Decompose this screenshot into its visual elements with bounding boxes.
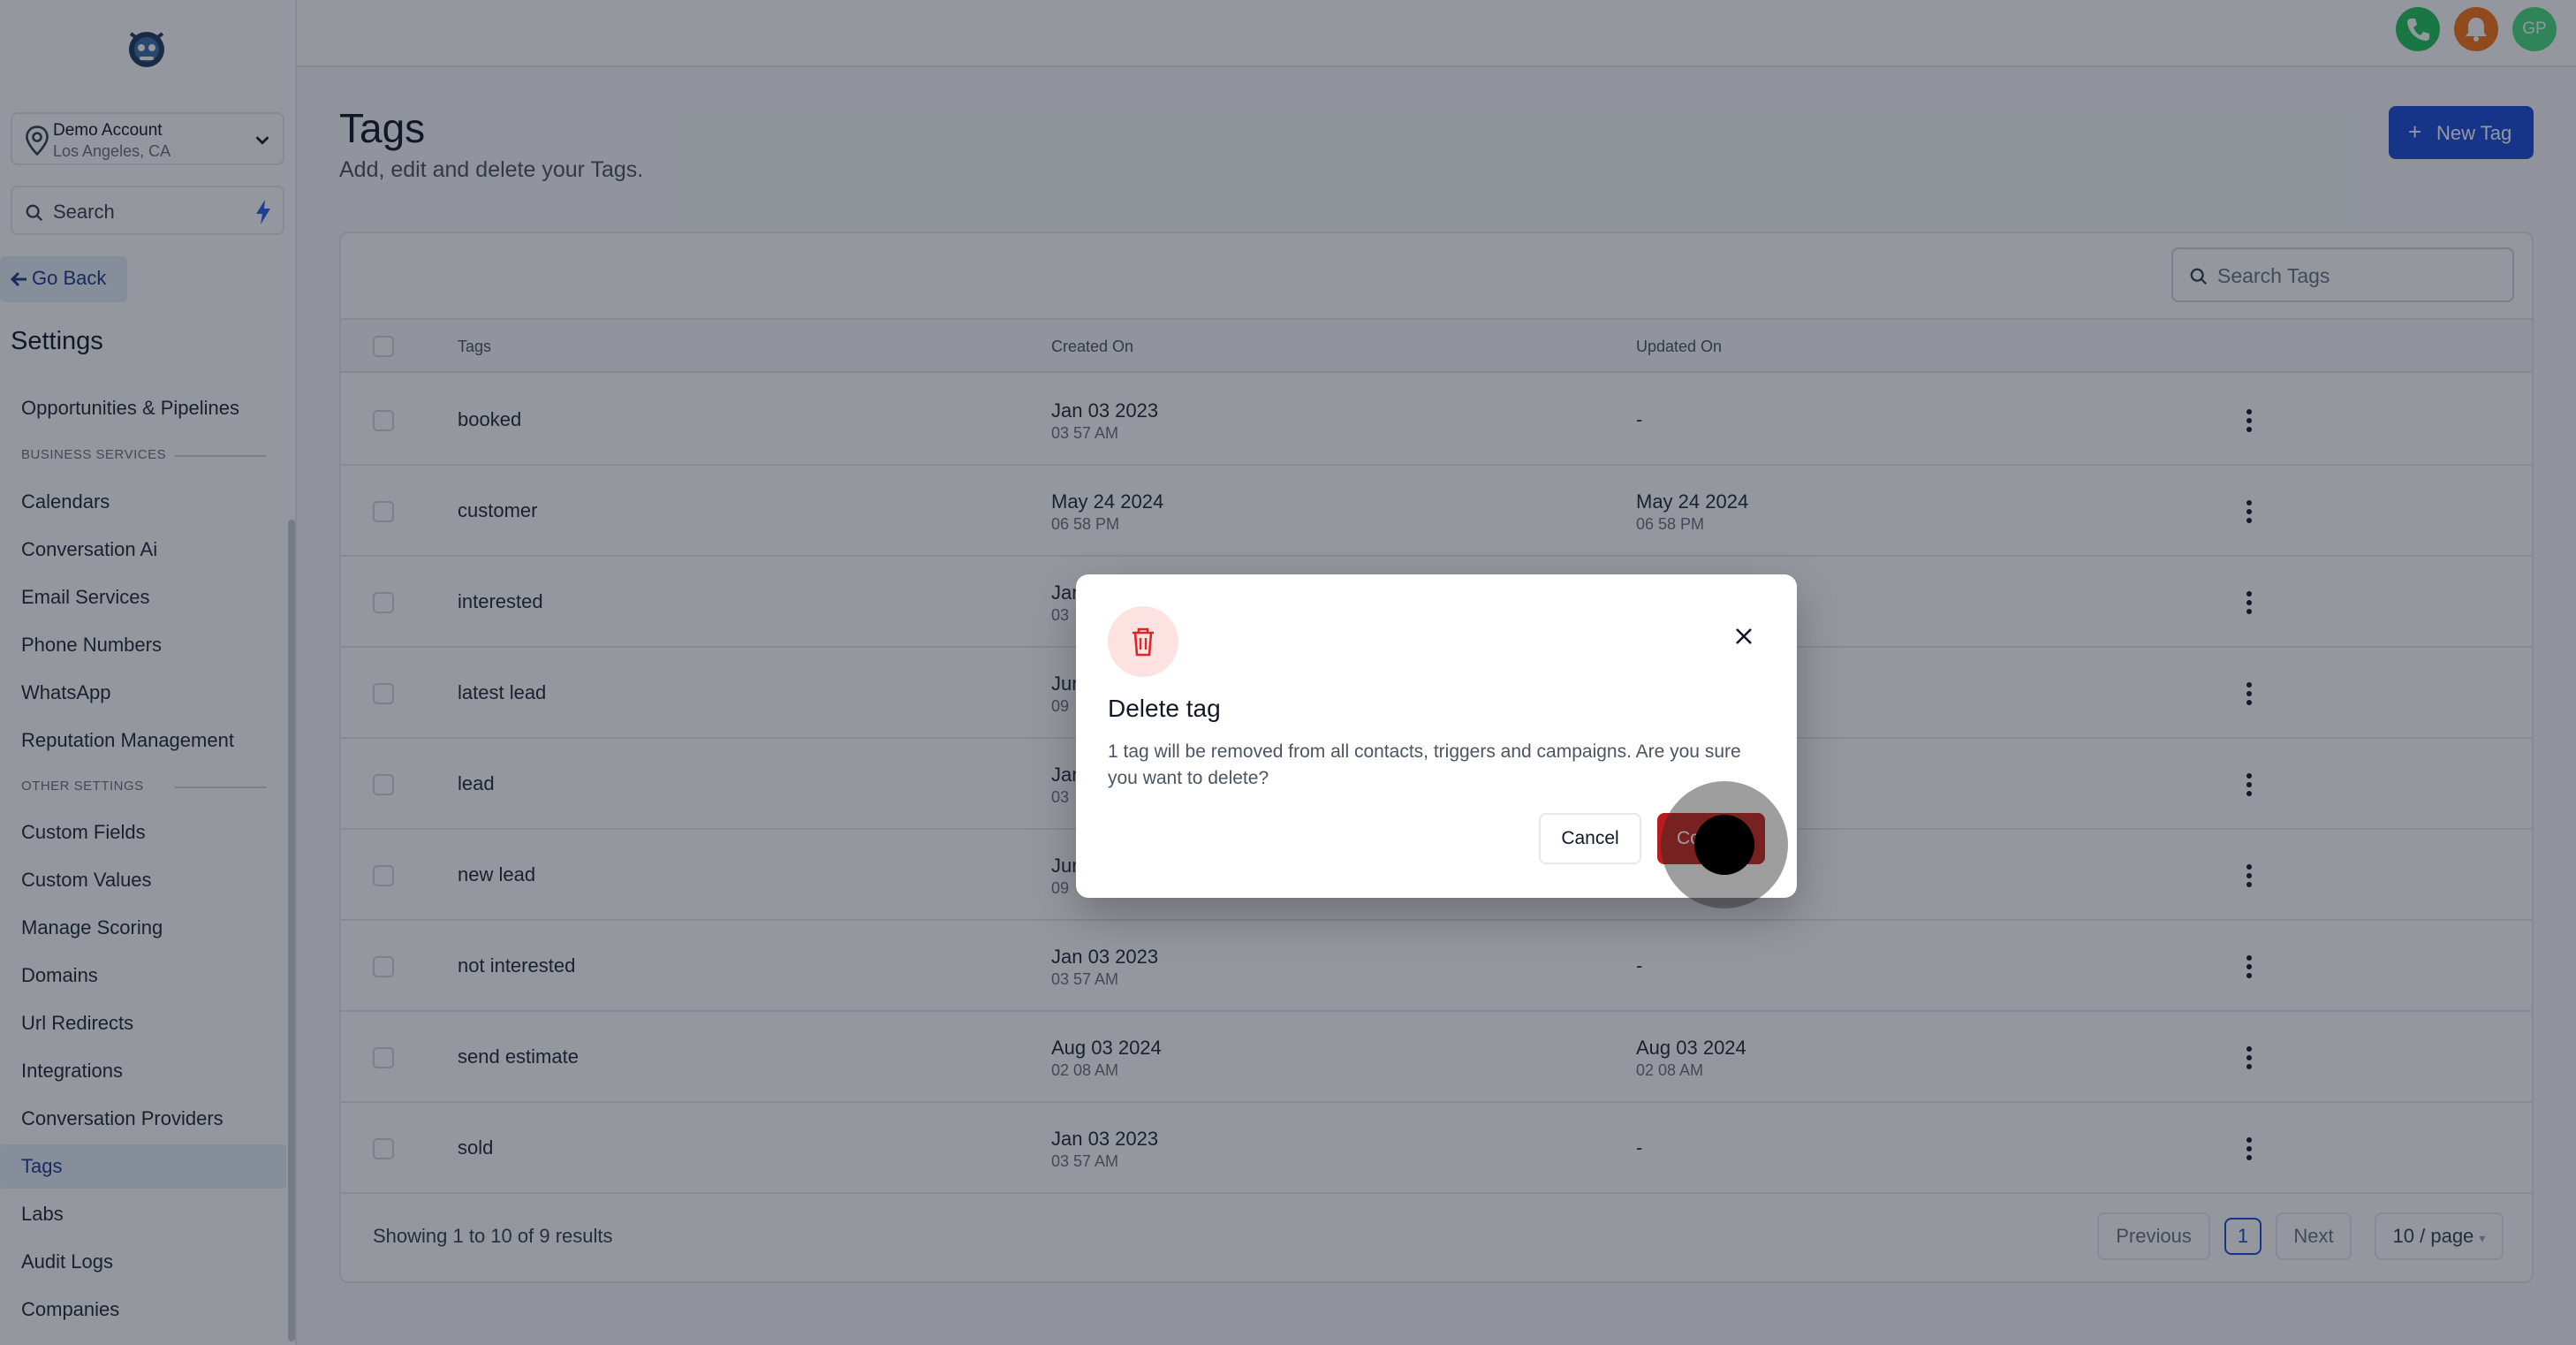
trash-icon-badge xyxy=(1108,606,1178,677)
close-icon[interactable] xyxy=(1733,626,1754,647)
trash-icon xyxy=(1133,627,1154,657)
click-indicator xyxy=(1694,815,1754,875)
cancel-button[interactable]: Cancel xyxy=(1539,813,1641,864)
dialog-description: 1 tag will be removed from all contacts,… xyxy=(1108,741,1741,788)
dialog-title: Delete tag xyxy=(1108,695,1221,722)
